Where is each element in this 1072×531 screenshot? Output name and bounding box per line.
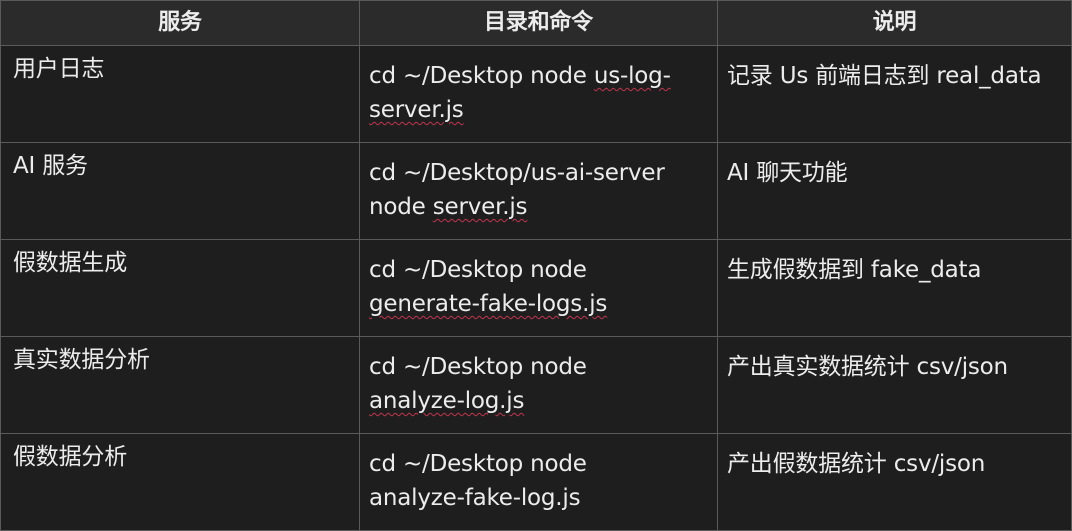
command-cell[interactable]: cd ~/Desktop node us-log- server.js <box>359 45 718 143</box>
description-cell[interactable]: 记录 Us 前端日志到 real_data <box>717 45 1072 143</box>
service-cell[interactable]: 用户日志 <box>0 45 360 143</box>
spellcheck-flagged-text: server.js <box>369 97 464 123</box>
service-cell[interactable]: AI 服务 <box>0 142 360 240</box>
command-line: cd ~/Desktop node <box>369 354 587 380</box>
spellcheck-flagged-text: us-log- <box>593 63 671 89</box>
table-row: 假数据分析 cd ~/Desktop node analyze-fake-log… <box>0 433 1072 531</box>
command-cell[interactable]: cd ~/Desktop node analyze-fake-log.js <box>359 433 718 531</box>
service-name: AI 服务 <box>13 153 88 179</box>
description-text: 生成假数据到 fake_data <box>727 257 982 283</box>
table-header-row: 服务 目录和命令 说明 <box>0 0 1072 46</box>
description-text: 记录 Us 前端日志到 real_data <box>727 63 1042 89</box>
spellcheck-flagged-text: generate-fake-logs.js <box>369 291 608 317</box>
description-cell[interactable]: 产出假数据统计 csv/json <box>717 433 1072 531</box>
command-line: analyze-log.js <box>369 384 707 418</box>
command-line: server.js <box>369 93 707 127</box>
header-command: 目录和命令 <box>359 0 718 46</box>
spellcheck-flagged-text: analyze-log.js <box>369 388 525 414</box>
description-text: AI 聊天功能 <box>727 160 848 186</box>
table-row: 真实数据分析 cd ~/Desktop node analyze-log.js … <box>0 336 1072 434</box>
command-cell[interactable]: cd ~/Desktop node analyze-log.js <box>359 336 718 434</box>
description-cell[interactable]: 生成假数据到 fake_data <box>717 239 1072 337</box>
command-line: cd ~/Desktop node <box>369 257 587 283</box>
command-line: generate-fake-logs.js <box>369 287 707 321</box>
service-name: 假数据生成 <box>13 250 128 276</box>
command-line: cd ~/Desktop/us-ai-server <box>369 160 665 186</box>
description-cell[interactable]: AI 聊天功能 <box>717 142 1072 240</box>
spellcheck-flagged-text: server.js <box>432 194 528 220</box>
header-service: 服务 <box>0 0 360 46</box>
service-name: 假数据分析 <box>13 444 128 470</box>
command-text: node <box>369 194 433 220</box>
service-name: 真实数据分析 <box>13 347 150 373</box>
command-cell[interactable]: cd ~/Desktop node generate-fake-logs.js <box>359 239 718 337</box>
command-line: cd ~/Desktop node <box>369 451 587 477</box>
command-cell[interactable]: cd ~/Desktop/us-ai-server node server.js <box>359 142 718 240</box>
service-cell[interactable]: 真实数据分析 <box>0 336 360 434</box>
description-text: 产出真实数据统计 csv/json <box>727 354 1008 380</box>
service-cell[interactable]: 假数据生成 <box>0 239 360 337</box>
header-description: 说明 <box>717 0 1072 46</box>
services-table-container: 服务 目录和命令 说明 用户日志 cd ~/Desktop node us-lo… <box>0 0 1072 531</box>
table-row: AI 服务 cd ~/Desktop/us-ai-server node ser… <box>0 142 1072 240</box>
command-line: cd ~/Desktop node us-log- <box>369 59 707 93</box>
command-line: node server.js <box>369 190 707 224</box>
services-table: 服务 目录和命令 说明 用户日志 cd ~/Desktop node us-lo… <box>0 0 1072 531</box>
table-row: 用户日志 cd ~/Desktop node us-log- server.js… <box>0 45 1072 143</box>
command-line: analyze-fake-log.js <box>369 485 581 511</box>
service-name: 用户日志 <box>13 56 105 82</box>
description-cell[interactable]: 产出真实数据统计 csv/json <box>717 336 1072 434</box>
service-cell[interactable]: 假数据分析 <box>0 433 360 531</box>
description-text: 产出假数据统计 csv/json <box>727 451 986 477</box>
table-row: 假数据生成 cd ~/Desktop node generate-fake-lo… <box>0 239 1072 337</box>
command-text: cd ~/Desktop node <box>369 63 594 89</box>
